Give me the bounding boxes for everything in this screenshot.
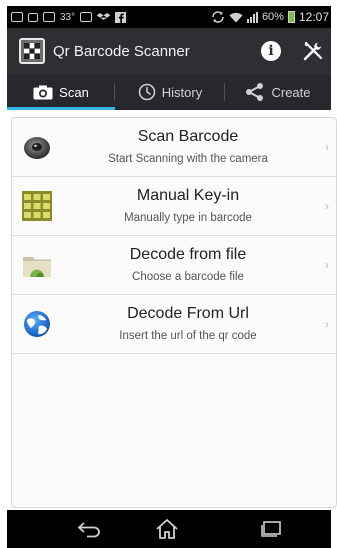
list-item-text: Scan Barcode Start Scanning with the cam… bbox=[62, 118, 314, 177]
list-item-decode-from-file[interactable]: Decode from file Choose a barcode file › bbox=[12, 236, 336, 295]
list-item-decode-from-url[interactable]: Decode From Url Insert the url of the qr… bbox=[12, 295, 336, 354]
tab-history[interactable]: History bbox=[115, 74, 225, 110]
recent-apps-button[interactable] bbox=[251, 516, 291, 542]
wifi-icon bbox=[229, 12, 243, 23]
list-item-title: Scan Barcode bbox=[137, 128, 239, 145]
list-item-subtitle: Insert the url of the qr code bbox=[119, 330, 257, 342]
battery-percent: 60% bbox=[261, 11, 284, 23]
share-icon bbox=[246, 83, 264, 101]
system-icons: 60% 12:07 bbox=[211, 10, 331, 24]
mail-icon bbox=[80, 12, 93, 22]
tab-create-label: Create bbox=[271, 84, 311, 100]
settings-button[interactable] bbox=[293, 28, 333, 74]
scan-options-list: Scan Barcode Start Scanning with the cam… bbox=[11, 117, 337, 508]
active-tab-indicator bbox=[7, 107, 115, 110]
app-logo-icon[interactable] bbox=[19, 38, 45, 64]
facebook-icon bbox=[115, 11, 127, 23]
back-icon bbox=[77, 522, 100, 538]
list-item-subtitle: Start Scanning with the camera bbox=[108, 153, 268, 165]
tab-create[interactable]: Create bbox=[225, 74, 331, 110]
recent-apps-icon bbox=[261, 521, 281, 537]
camera-icon bbox=[33, 85, 53, 99]
list-item-text: Manual Key-in Manually type in barcode bbox=[62, 177, 314, 236]
list-item-title: Decode from file bbox=[129, 246, 247, 263]
tab-scan[interactable]: Scan bbox=[7, 74, 115, 110]
battery-icon bbox=[287, 11, 295, 23]
list-item-subtitle: Choose a barcode file bbox=[132, 271, 244, 283]
tools-icon bbox=[303, 41, 323, 61]
list-item-title: Manual Key-in bbox=[136, 187, 240, 204]
tab-history-label: History bbox=[161, 84, 203, 100]
camera-lens-icon bbox=[24, 137, 50, 159]
list-item-text: Decode From Url Insert the url of the qr… bbox=[62, 295, 314, 354]
app-title: Qr Barcode Scanner bbox=[53, 42, 190, 60]
signal-icon bbox=[246, 11, 258, 23]
notification-icons: 33° bbox=[7, 11, 127, 23]
back-button[interactable] bbox=[69, 516, 109, 542]
list-item-scan-barcode[interactable]: Scan Barcode Start Scanning with the cam… bbox=[12, 118, 336, 177]
voicemail-icon bbox=[28, 12, 38, 22]
chevron-right-icon: › bbox=[325, 140, 329, 154]
globe-icon bbox=[24, 311, 50, 337]
action-bar: Qr Barcode Scanner i bbox=[7, 28, 331, 74]
list-item-title: Decode From Url bbox=[127, 305, 249, 322]
temperature-text: 33° bbox=[60, 11, 76, 23]
list-item-text: Decode from file Choose a barcode file bbox=[62, 236, 314, 295]
gallery-icon bbox=[11, 12, 23, 22]
keypad-icon bbox=[22, 191, 52, 221]
chevron-right-icon: › bbox=[325, 258, 329, 272]
app-screen: 33° 60% 12:07 Qr Barcode Scanner i Scan … bbox=[0, 0, 337, 548]
message-icon bbox=[43, 12, 55, 22]
home-button[interactable] bbox=[147, 516, 187, 542]
status-bar: 33° 60% 12:07 bbox=[7, 6, 331, 28]
home-icon bbox=[156, 519, 178, 539]
clock-icon bbox=[138, 83, 156, 101]
tab-scan-label: Scan bbox=[59, 84, 89, 100]
list-item-subtitle: Manually type in barcode bbox=[124, 212, 252, 224]
navigation-bar bbox=[7, 510, 331, 548]
info-icon: i bbox=[261, 41, 281, 61]
chevron-right-icon: › bbox=[325, 199, 329, 213]
clock-time: 12:07 bbox=[298, 10, 329, 24]
info-button[interactable]: i bbox=[251, 28, 291, 74]
sync-icon bbox=[212, 11, 224, 23]
tab-bar: Scan History Create bbox=[7, 74, 331, 110]
dropbox-icon bbox=[97, 12, 111, 20]
chevron-right-icon: › bbox=[325, 317, 329, 331]
list-item-manual-key-in[interactable]: Manual Key-in Manually type in barcode › bbox=[12, 177, 336, 236]
folder-icon bbox=[23, 257, 51, 277]
